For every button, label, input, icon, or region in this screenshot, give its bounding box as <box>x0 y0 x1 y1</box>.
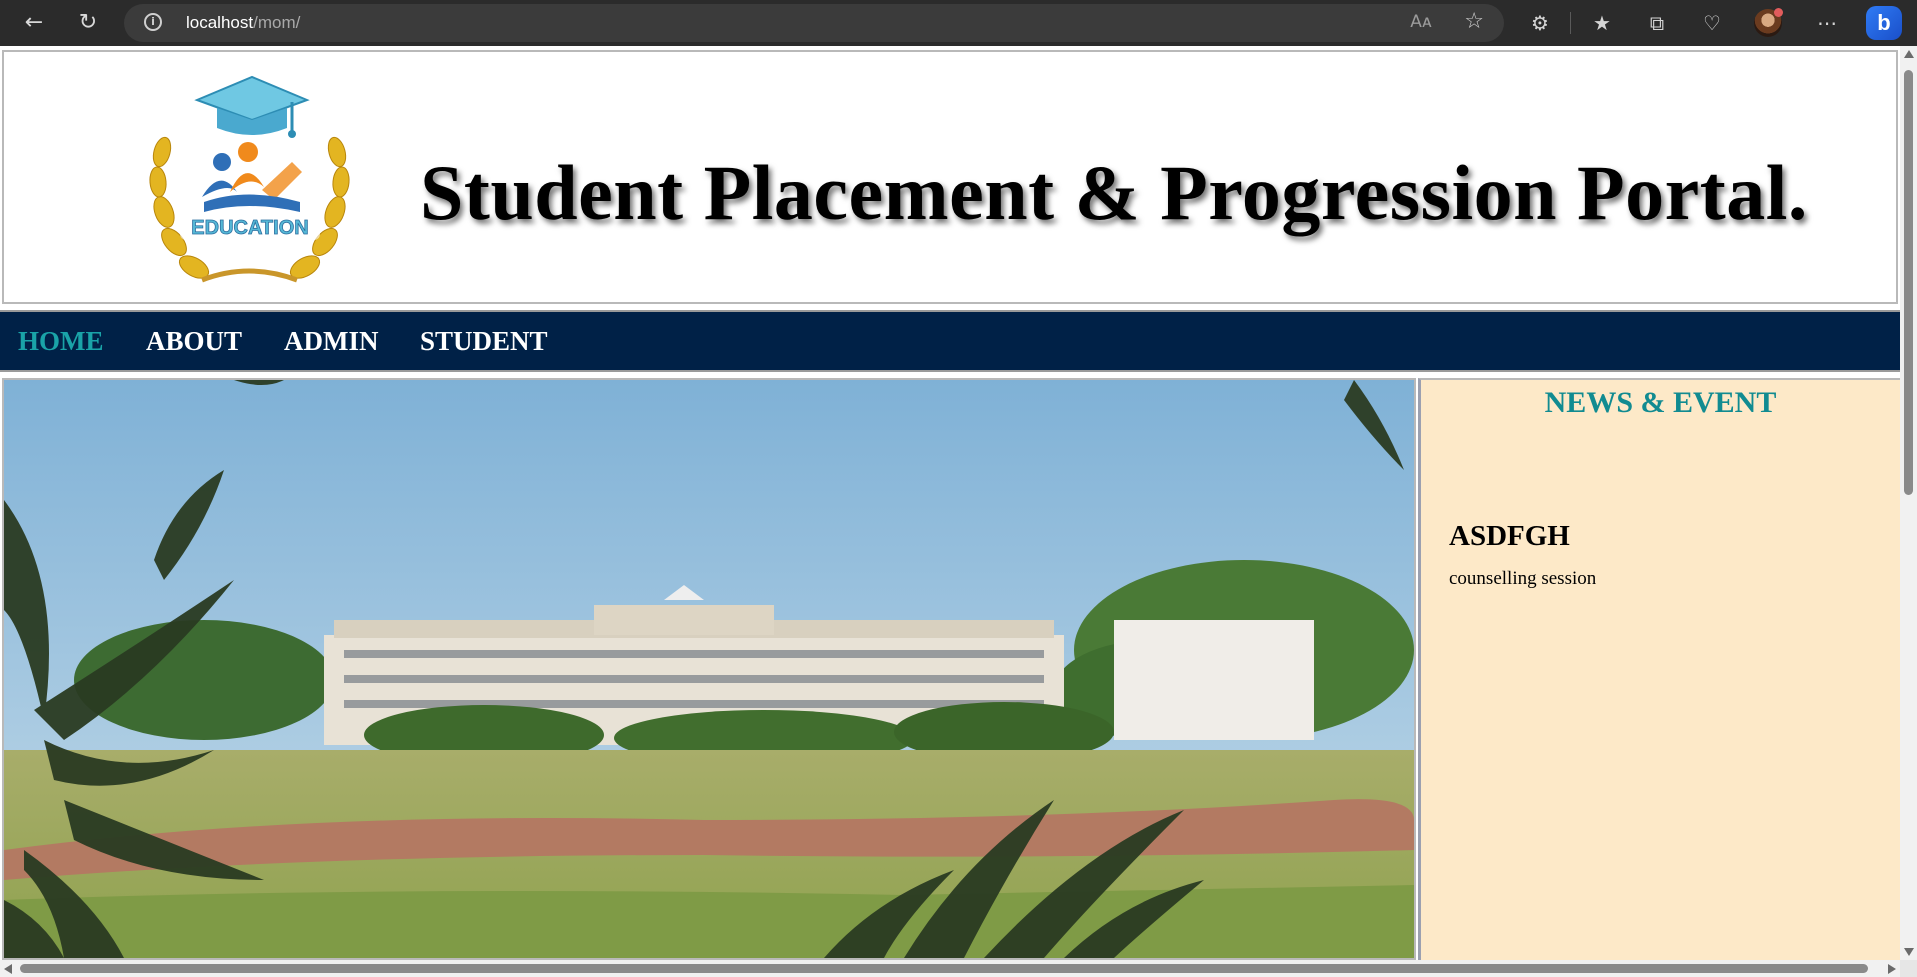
bing-copilot-icon[interactable]: b <box>1866 6 1902 40</box>
news-heading: NEWS & EVENT <box>1544 386 1777 419</box>
horizontal-scrollbar[interactable] <box>0 960 1900 977</box>
nav-home[interactable]: HOME <box>18 326 104 357</box>
main-nav: HOME ABOUT ADMIN STUDENT <box>0 310 1900 372</box>
extensions-icon[interactable]: ⚙ <box>1525 9 1555 37</box>
url-host: localhost <box>186 13 254 32</box>
favorite-star-icon[interactable]: ☆ <box>1464 9 1484 34</box>
vertical-scroll-thumb[interactable] <box>1904 70 1913 495</box>
svg-text:EDUCATION: EDUCATION <box>191 217 308 239</box>
scroll-left-icon[interactable] <box>4 964 12 974</box>
nav-admin[interactable]: ADMIN <box>284 326 379 357</box>
favorites-icon[interactable]: ★ <box>1587 9 1617 37</box>
education-logo: EDUCATION <box>149 75 350 283</box>
scrollbar-corner <box>1900 960 1917 977</box>
info-icon[interactable]: i <box>144 13 162 31</box>
nav-about[interactable]: ABOUT <box>146 326 242 357</box>
news-item-title: ASDFGH <box>1449 520 1570 552</box>
read-aloud-icon[interactable]: Aᴀ <box>1410 12 1432 32</box>
scroll-down-icon[interactable] <box>1904 948 1914 956</box>
vertical-scrollbar[interactable] <box>1900 46 1917 960</box>
profile-notification-dot <box>1774 8 1783 17</box>
more-icon[interactable]: ⋯ <box>1812 9 1842 37</box>
toolbar-divider <box>1570 12 1571 34</box>
scroll-right-icon[interactable] <box>1888 964 1896 974</box>
back-icon[interactable]: ← <box>18 8 50 38</box>
url-text[interactable]: localhost/mom/ <box>186 13 300 33</box>
campus-photo <box>4 380 1414 958</box>
browser-toolbar: ← ↻ i localhost/mom/ Aᴀ ☆ ⚙ ★ ⧉ ♡ ⋯ b <box>0 0 1917 46</box>
scroll-up-icon[interactable] <box>1904 50 1914 58</box>
refresh-icon[interactable]: ↻ <box>72 8 104 38</box>
page-title: Student Placement & Progression Portal. <box>420 149 1808 236</box>
news-event-panel: NEWS & EVENT ASDFGH counselling session <box>1418 378 1900 960</box>
url-path: /mom/ <box>253 13 301 32</box>
horizontal-scroll-thumb[interactable] <box>20 964 1868 973</box>
browser-essentials-icon[interactable]: ♡ <box>1697 9 1727 37</box>
campus-hero-image <box>2 378 1416 960</box>
site-header: EDUCATION Student Placement & Progressio… <box>2 50 1898 304</box>
nav-student[interactable]: STUDENT <box>420 326 548 357</box>
web-page: EDUCATION Student Placement & Progressio… <box>0 46 1900 960</box>
news-item-description: counselling session <box>1449 568 1597 589</box>
collections-icon[interactable]: ⧉ <box>1642 9 1672 37</box>
address-bar[interactable]: i localhost/mom/ Aᴀ ☆ <box>124 4 1504 42</box>
